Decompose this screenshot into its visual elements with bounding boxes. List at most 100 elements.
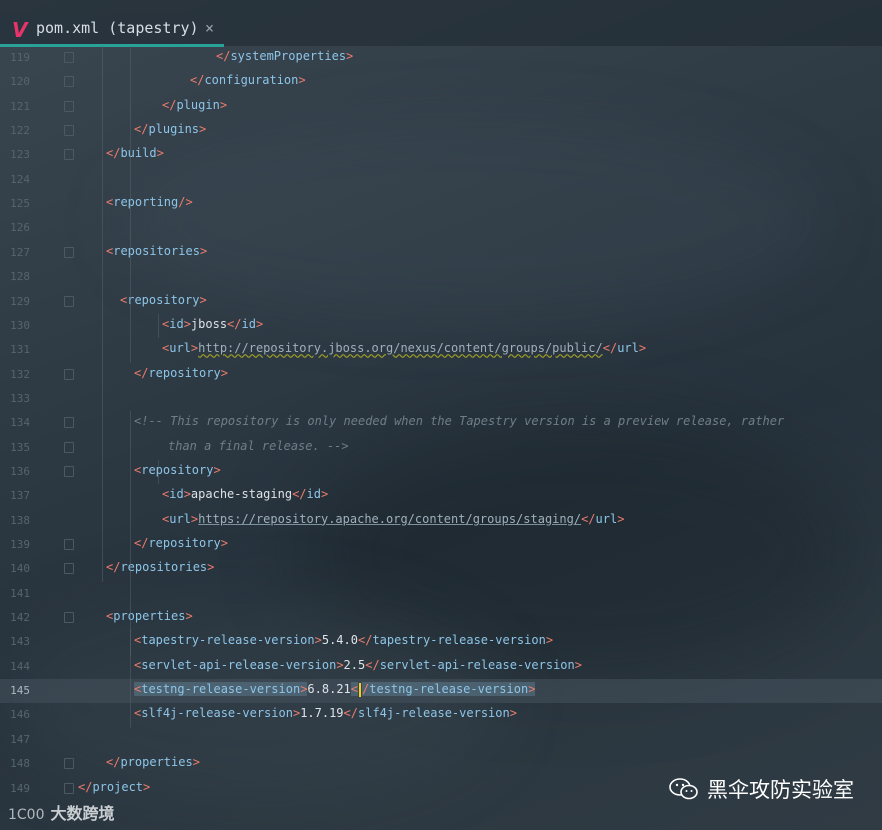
- tag-name: tapestry-release-version: [141, 633, 315, 648]
- fold-marker-icon[interactable]: [64, 246, 74, 258]
- editor-tab-bar: V pom.xml (tapestry) ×: [0, 0, 882, 47]
- code-line[interactable]: 143 <tapestry-release-version>5.4.0</tape…: [0, 630, 882, 654]
- line-number: 122: [10, 124, 30, 138]
- code-line[interactable]: 137 <id>apache-staging</id>: [0, 484, 882, 508]
- line-number: 139: [10, 538, 30, 551]
- text-value: apache-staging: [190, 487, 293, 502]
- code-editor[interactable]: 119 </systemProperties> 120 </configuration…: [0, 46, 882, 830]
- tag-bracket: <: [350, 682, 359, 697]
- fold-marker-icon[interactable]: [64, 295, 74, 307]
- line-number: 142: [10, 611, 30, 625]
- code-text: <servlet-api-release-version>2.5</servle…: [134, 658, 582, 672]
- indent-guide: [102, 46, 103, 582]
- code-line[interactable]: 122 </plugins>: [0, 119, 882, 143]
- line-number: 148: [10, 757, 30, 771]
- tag-bracket: />: [178, 195, 193, 210]
- code-line[interactable]: 121 </plugin>: [0, 95, 882, 119]
- fold-marker-icon[interactable]: [64, 76, 74, 88]
- tag-bracket: </: [357, 633, 373, 648]
- code-text: <slf4j-release-version>1.7.19</slf4j-rel…: [134, 706, 517, 720]
- code-line[interactable]: 129 <repository>: [0, 290, 882, 314]
- code-line[interactable]: 127 <repositories>: [0, 241, 882, 265]
- code-line[interactable]: 119 </systemProperties>: [0, 46, 882, 70]
- code-line[interactable]: 125 <reporting/>: [0, 192, 882, 216]
- code-line[interactable]: 124: [0, 168, 882, 192]
- url-link: http://repository.jboss.org/nexus/conten…: [198, 341, 603, 356]
- code-line[interactable]: 130 <id>jboss</id>: [0, 314, 882, 338]
- code-line[interactable]: 123 </build>: [0, 143, 882, 167]
- tag-name: reporting: [113, 195, 179, 210]
- line-number: 144: [10, 659, 30, 673]
- code-line[interactable]: 136 <repository>: [0, 460, 882, 484]
- code-line[interactable]: 147: [0, 728, 882, 752]
- tag-bracket: >: [220, 536, 228, 550]
- line-number: 123: [10, 148, 30, 162]
- code-line[interactable]: 140 </repositories>: [0, 557, 882, 581]
- tag-bracket: </: [162, 97, 177, 112]
- fold-marker-icon[interactable]: [64, 465, 74, 477]
- tag-name: id: [169, 487, 184, 502]
- fold-marker-icon[interactable]: [64, 612, 74, 624]
- line-number: 141: [10, 586, 30, 600]
- tag-name: url: [595, 511, 618, 526]
- tag-name: project: [92, 779, 144, 794]
- code-line[interactable]: 132 </repository>: [0, 363, 882, 387]
- code-line[interactable]: 120 </configuration>: [0, 70, 882, 94]
- fold-marker-icon[interactable]: [64, 563, 74, 575]
- code-line[interactable]: 144 <servlet-api-release-version>2.5</ser…: [0, 655, 882, 679]
- fold-marker-icon[interactable]: [64, 368, 74, 380]
- code-text: <properties>: [106, 609, 193, 623]
- code-text: <id>jboss</id>: [162, 317, 263, 331]
- tag-bracket: >: [255, 316, 264, 331]
- tag-bracket: >: [220, 365, 228, 380]
- line-number: 140: [10, 562, 30, 576]
- fold-marker-icon[interactable]: [64, 149, 74, 161]
- fold-marker-icon[interactable]: [64, 125, 74, 137]
- code-line[interactable]: 139 </repository>: [0, 533, 882, 557]
- line-number: 124: [10, 172, 30, 186]
- tag-name: servlet-api-release-version: [379, 657, 575, 672]
- tag-bracket: >: [346, 49, 354, 63]
- code-line[interactable]: 126: [0, 216, 882, 240]
- tag-bracket: >: [143, 779, 151, 794]
- code-text: </plugins>: [134, 122, 206, 136]
- fold-marker-icon[interactable]: [64, 52, 74, 63]
- tag-bracket: >: [320, 487, 329, 502]
- code-line[interactable]: 138 <url>https://repository.apache.org/co…: [0, 509, 882, 533]
- code-line[interactable]: 145 <testng-release-version>6.8.21</testn…: [0, 679, 882, 704]
- text-caret: [359, 682, 362, 697]
- fold-marker-icon[interactable]: [64, 417, 74, 429]
- line-number: 138: [10, 513, 30, 527]
- line-number: 149: [10, 781, 30, 795]
- tag-bracket: >: [183, 316, 191, 331]
- fold-marker-icon[interactable]: [64, 100, 74, 112]
- fold-marker-icon[interactable]: [64, 758, 74, 770]
- indent-guide: [158, 459, 159, 485]
- tag-bracket: >: [183, 487, 191, 502]
- tag-name: testng-release-version: [141, 682, 301, 697]
- tag-bracket: >: [617, 511, 625, 526]
- fold-marker-icon[interactable]: [64, 782, 74, 794]
- close-icon[interactable]: ×: [205, 19, 214, 37]
- tag-name: configuration: [204, 73, 299, 88]
- code-line[interactable]: 135 than a final release. -->: [0, 436, 882, 460]
- code-line[interactable]: 146 <slf4j-release-version>1.7.19</slf4j-…: [0, 703, 882, 727]
- code-line[interactable]: 128: [0, 265, 882, 289]
- code-text: <reporting/>: [106, 195, 193, 209]
- code-line[interactable]: 142 <properties>: [0, 606, 882, 630]
- code-text: <repositories>: [106, 244, 207, 258]
- code-line[interactable]: 131 <url>http://repository.jboss.org/nexu…: [0, 338, 882, 362]
- tag-bracket: >: [574, 657, 582, 672]
- code-line[interactable]: 133: [0, 387, 882, 411]
- fold-marker-icon[interactable]: [64, 539, 74, 550]
- code-line[interactable]: 148 </properties>: [0, 752, 882, 776]
- tab-pom-xml[interactable]: V pom.xml (tapestry) ×: [0, 14, 224, 47]
- code-line[interactable]: 141: [0, 582, 882, 606]
- code-text: <url>https://repository.apache.org/conte…: [162, 512, 624, 526]
- tag-name: url: [169, 341, 191, 356]
- code-line[interactable]: 134 <!-- This repository is only needed w…: [0, 411, 882, 435]
- fold-marker-icon[interactable]: [64, 441, 74, 453]
- code-text: <!-- This repository is only needed when…: [134, 414, 784, 428]
- tag-name: id: [306, 487, 321, 502]
- line-number: 130: [10, 318, 30, 332]
